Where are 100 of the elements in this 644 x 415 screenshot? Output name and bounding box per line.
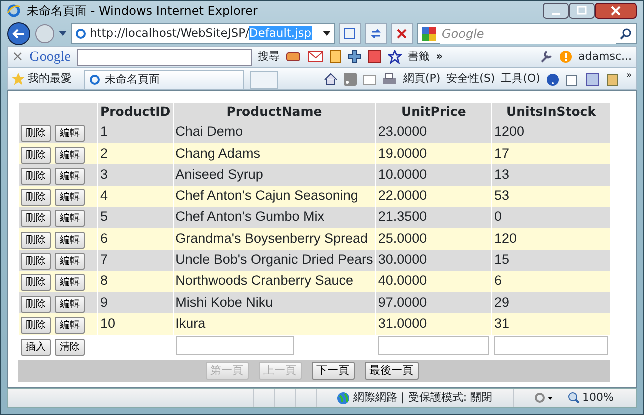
row-action-button[interactable]: 刪除 — [21, 168, 51, 185]
url-text: http://localhost/WebSiteJSP/Default.jsp — [90, 24, 312, 42]
favorites-button[interactable]: 我的最愛 — [12, 70, 78, 89]
refresh-button[interactable] — [365, 23, 387, 44]
wrench-icon[interactable] — [538, 50, 553, 64]
row-action-button[interactable]: 編輯 — [55, 168, 85, 185]
table-cell: 23.0000 — [378, 124, 428, 140]
page-menu[interactable]: 網頁(P) — [403, 71, 441, 88]
compatibility-button[interactable] — [339, 23, 361, 44]
table-cell: 19.0000 — [378, 146, 428, 161]
row-action-button[interactable]: 刪除 — [21, 296, 51, 313]
row-action-button[interactable]: 刪除 — [21, 125, 51, 142]
table-cell: 3 — [100, 166, 108, 182]
status-zone-text: 網際網路 | 受保護模式: 關閉 — [354, 390, 493, 406]
bookmarks-button[interactable]: 書籤 — [408, 48, 430, 66]
row-action-button[interactable]: 刪除 — [21, 210, 51, 228]
more-button[interactable]: » — [626, 70, 632, 84]
forward-button[interactable] — [35, 24, 55, 44]
row-action-button[interactable]: 刪除 — [21, 253, 51, 270]
row-action-button[interactable]: 編輯 — [55, 274, 85, 292]
toolbar-logo: Google — [30, 48, 71, 66]
table-cell: 0 — [494, 209, 502, 224]
row-action-button[interactable]: 刪除 — [21, 274, 51, 292]
row-action-button[interactable]: 編輯 — [55, 232, 85, 249]
back-button[interactable] — [7, 22, 31, 46]
table-cell: Chef Anton's Gumbo Mix — [176, 209, 325, 224]
printer-icon[interactable] — [382, 73, 398, 86]
row-action-button[interactable]: 編輯 — [55, 125, 85, 142]
row-action-button[interactable]: 刪除 — [21, 146, 51, 164]
dropdown-arrow-icon[interactable] — [323, 31, 331, 36]
stop-button[interactable] — [391, 23, 413, 44]
table-cell: 1200 — [494, 124, 525, 140]
row-action-button[interactable]: 編輯 — [55, 189, 85, 206]
safety-menu[interactable]: 安全性(S) — [446, 71, 496, 88]
close-button[interactable] — [595, 3, 637, 19]
close-icon — [397, 28, 407, 38]
row-action-button[interactable]: 編輯 — [55, 210, 85, 228]
pager-button[interactable]: 最後一頁 — [364, 362, 418, 380]
table-cell: 9 — [100, 294, 108, 310]
zoom-icon — [568, 392, 580, 404]
tools-menu[interactable]: 工具(O) — [501, 71, 540, 88]
account-menu[interactable]: adamsc... — [578, 48, 632, 66]
zoom-level-button[interactable]: 100% — [582, 390, 614, 406]
ie-logo-icon — [7, 4, 21, 18]
row-action-button[interactable]: 刪除 — [21, 232, 51, 249]
table-cell: 97.0000 — [378, 294, 428, 310]
row-action-button[interactable]: 清除 — [55, 338, 85, 356]
pager-button[interactable]: 下一頁 — [312, 362, 354, 380]
row-action-button[interactable]: 刪除 — [21, 316, 51, 334]
table-cell: 25.0000 — [378, 230, 428, 246]
star-icon — [12, 73, 25, 86]
input-field[interactable] — [494, 336, 608, 356]
search-button[interactable]: 搜尋 — [258, 48, 280, 66]
close-toolbar-button[interactable]: × — [12, 46, 24, 68]
security-icon[interactable] — [534, 392, 554, 404]
table-cell: Northwoods Cranberry Sauce — [176, 273, 354, 288]
row-action-button[interactable]: 插入 — [21, 338, 51, 356]
row-action-button[interactable]: 編輯 — [55, 296, 85, 313]
minimize-button[interactable] — [543, 3, 569, 19]
table-cell: 29 — [494, 294, 510, 310]
table-cell: 6 — [100, 230, 108, 246]
table-cell: 5 — [100, 209, 108, 224]
home-icon[interactable] — [324, 73, 338, 86]
table-cell: 30.0000 — [378, 252, 428, 268]
plus-icon[interactable] — [348, 50, 362, 64]
column-header: ProductID — [100, 104, 171, 119]
row-action-button[interactable]: 編輯 — [55, 316, 85, 334]
browser-tab[interactable]: 未命名頁面 — [84, 70, 244, 89]
table-cell: 13 — [494, 166, 510, 182]
table-cell: Chef Anton's Cajun Seasoning — [176, 188, 358, 204]
toolbar-search-field[interactable] — [76, 48, 252, 66]
input-field[interactable] — [176, 336, 294, 356]
table-cell: 10.0000 — [378, 166, 428, 182]
table-cell: 2 — [100, 146, 108, 161]
search-icon[interactable] — [620, 28, 632, 40]
table-cell: Uncle Bob's Organic Dried Pears — [176, 252, 374, 268]
table-cell: 6 — [494, 273, 502, 288]
table-cell: 7 — [100, 252, 108, 268]
window-title: 未命名頁面 - Windows Internet Explorer — [27, 3, 258, 20]
google-logo-icon — [422, 26, 436, 40]
table-cell: 1 — [100, 124, 108, 140]
star-icon[interactable] — [388, 50, 402, 64]
table-cell: Chang Adams — [176, 146, 260, 161]
row-action-button[interactable]: 編輯 — [55, 253, 85, 270]
envelope-icon[interactable] — [308, 51, 324, 63]
table-cell: 10 — [100, 316, 116, 331]
column-header: UnitPrice — [401, 104, 466, 119]
table-cell: 53 — [494, 188, 510, 204]
search-field[interactable]: Google — [417, 23, 637, 44]
input-field[interactable] — [378, 336, 490, 356]
row-action-button[interactable]: 編輯 — [55, 146, 85, 164]
more-button[interactable]: » — [436, 48, 444, 66]
address-field[interactable]: http://localhost/WebSiteJSP/Default.jsp — [71, 23, 335, 44]
table-cell: 31.0000 — [378, 316, 428, 331]
help-icon[interactable] — [546, 72, 560, 86]
globe-icon — [336, 392, 350, 404]
table-cell: Ikura — [176, 316, 206, 331]
maximize-button[interactable] — [569, 3, 595, 19]
row-action-button[interactable]: 刪除 — [21, 189, 51, 206]
table-cell: 15 — [494, 252, 510, 268]
